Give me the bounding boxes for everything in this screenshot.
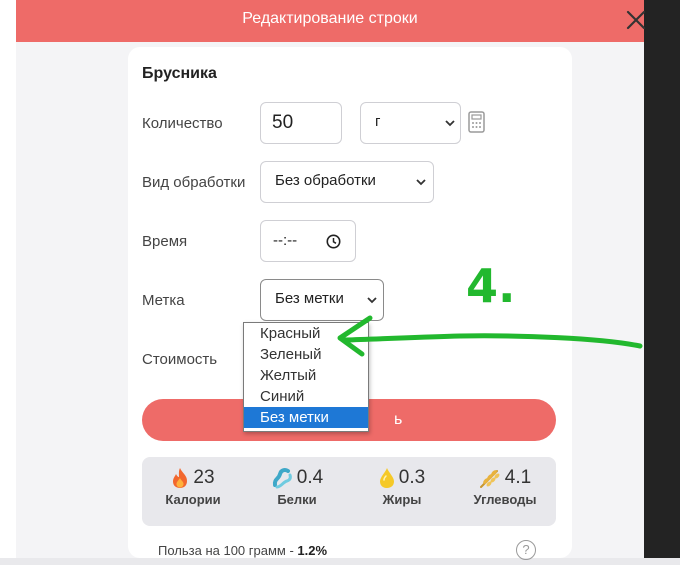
- benefit-text: Польза на 100 грамм -: [158, 543, 298, 558]
- chevron-down-icon: [416, 179, 426, 186]
- tag-option-green[interactable]: Зеленый: [244, 344, 368, 365]
- processing-value: Без обработки: [275, 172, 376, 189]
- fat-label: Жиры: [382, 492, 422, 507]
- form-card: Брусника Количество 50 г Вид обработки Б…: [128, 47, 572, 560]
- tag-option-blue[interactable]: Синий: [244, 386, 368, 407]
- fat-item: 0.3 Жиры: [357, 467, 447, 507]
- tag-label: Метка: [142, 292, 185, 309]
- cost-label: Стоимость: [142, 351, 218, 368]
- benefit-line: Польза на 100 грамм - 1.2%: [158, 543, 327, 558]
- dialog-header: Редактирование строки: [16, 0, 644, 42]
- tag-option-none[interactable]: Без метки: [244, 407, 368, 428]
- drop-icon: [379, 468, 394, 488]
- save-button-label: ь: [394, 411, 403, 428]
- unit-select[interactable]: г: [360, 102, 461, 144]
- time-label: Время: [142, 233, 188, 250]
- fat-value: 0.3: [398, 467, 426, 488]
- edit-row-dialog: Редактирование строки Брусника Количеств…: [16, 0, 646, 560]
- chevron-down-icon: [445, 120, 455, 127]
- tag-select[interactable]: Без метки: [260, 279, 384, 321]
- close-button[interactable]: [622, 6, 650, 34]
- quantity-input[interactable]: 50: [260, 102, 342, 144]
- background-overlay: [642, 0, 680, 565]
- tag-value: Без метки: [275, 290, 344, 307]
- chevron-down-icon: [367, 297, 377, 304]
- bottom-strip: [0, 558, 680, 565]
- help-icon[interactable]: ?: [516, 540, 536, 560]
- quantity-value: 50: [272, 112, 294, 133]
- tag-option-yellow[interactable]: Желтый: [244, 365, 368, 386]
- time-input[interactable]: --:--: [260, 220, 356, 262]
- unit-value: г: [375, 113, 381, 130]
- quantity-label: Количество: [142, 115, 223, 132]
- clock-icon[interactable]: [326, 234, 341, 249]
- protein-icon: [272, 468, 292, 489]
- calculator-icon[interactable]: [468, 111, 485, 133]
- wheat-icon: [479, 470, 500, 488]
- processing-label: Вид обработки: [142, 174, 246, 191]
- protein-label: Белки: [277, 492, 317, 507]
- protein-item: 0.4 Белки: [252, 467, 342, 507]
- calories-value: 23: [193, 467, 215, 488]
- fire-icon: [173, 468, 188, 488]
- dialog-title: Редактирование строки: [242, 10, 418, 27]
- protein-value: 0.4: [296, 467, 324, 488]
- carbs-label: Углеводы: [473, 492, 537, 507]
- tag-dropdown-list: Красный Зеленый Желтый Синий Без метки: [243, 322, 369, 432]
- close-icon: [626, 10, 646, 30]
- processing-select[interactable]: Без обработки: [260, 161, 434, 203]
- product-name: Брусника: [142, 65, 217, 82]
- benefit-value: 1.2%: [297, 543, 328, 558]
- calories-item: 23 Калории: [148, 467, 238, 507]
- time-value: --:--: [273, 232, 298, 249]
- nutrition-summary: 23 Калории 0.4 Белки 0.3 Жиры 4.1 Углево…: [142, 457, 556, 526]
- left-edge: [0, 0, 16, 565]
- carbs-value: 4.1: [504, 467, 532, 488]
- calories-label: Калории: [165, 492, 221, 507]
- carbs-item: 4.1 Углеводы: [460, 467, 550, 507]
- tag-option-red[interactable]: Красный: [244, 323, 368, 344]
